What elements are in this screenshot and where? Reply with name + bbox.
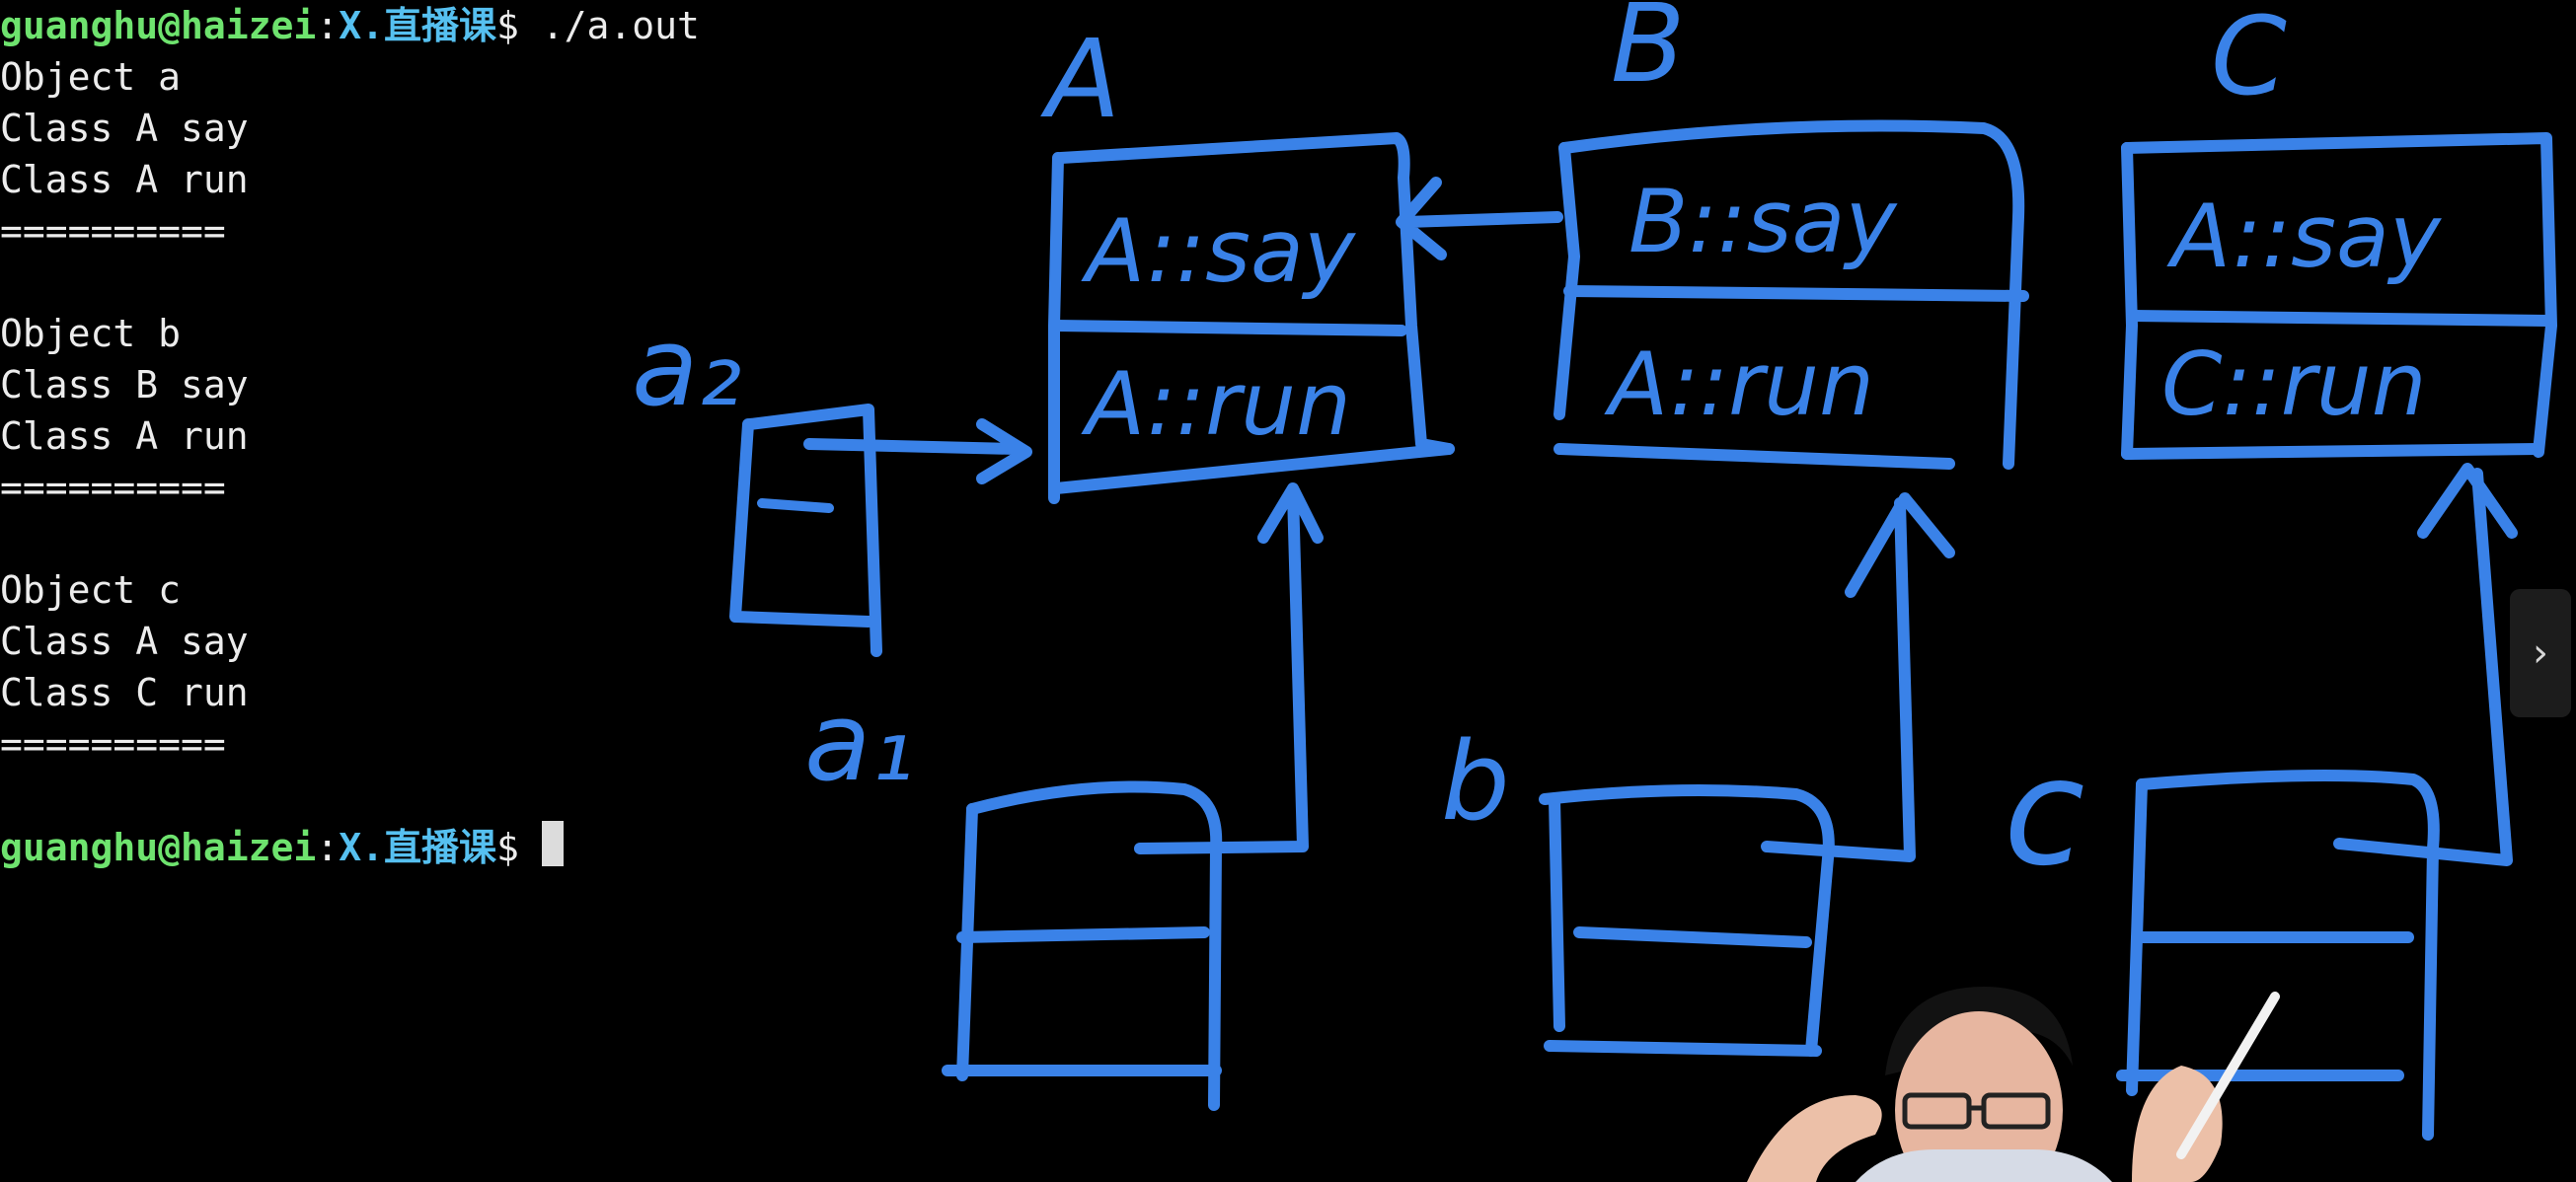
vtable-c-run: C::run [2161,333,2426,435]
next-slide-button[interactable]: › [2510,589,2571,717]
object-label-c: c [2004,727,2084,899]
object-label-b: b [1441,718,1510,845]
vtable-a: A::say A::run [1048,132,1455,504]
vtable-c: A::say C::run [2121,132,2557,460]
vtable-b-run: A::run [1604,333,1874,435]
class-label-b: B [1611,0,1685,107]
vtable-c-say: A::say [2166,185,2443,287]
vtable-a-run: A::run [1081,353,1351,455]
vtable-b: B::say A::run [1553,119,2029,470]
arrow-a2-to-vtable-a [803,418,1032,484]
presenter-webcam-overlay [1747,987,2280,1182]
presenter-right-hand [2132,1066,2223,1182]
presenter-shirt [1856,1149,2112,1182]
presenter-left-hand [1747,1095,1882,1182]
object-a1 [942,780,1223,1111]
object-label-a1: a₁ [804,679,915,805]
arrow-b-to-a [1396,177,1563,260]
chevron-right-icon: › [2533,630,2548,676]
class-label-c: C [2211,0,2287,119]
object-label-a2: a₂ [632,304,742,430]
arrow-a1-to-vtable-a [1134,482,1324,854]
vtable-a-say: A::say [1081,200,1357,302]
vtable-b-say: B::say [1629,171,1898,272]
arrow-b-to-vtable-b [1761,492,1955,862]
class-label-a: A [1040,16,1120,142]
